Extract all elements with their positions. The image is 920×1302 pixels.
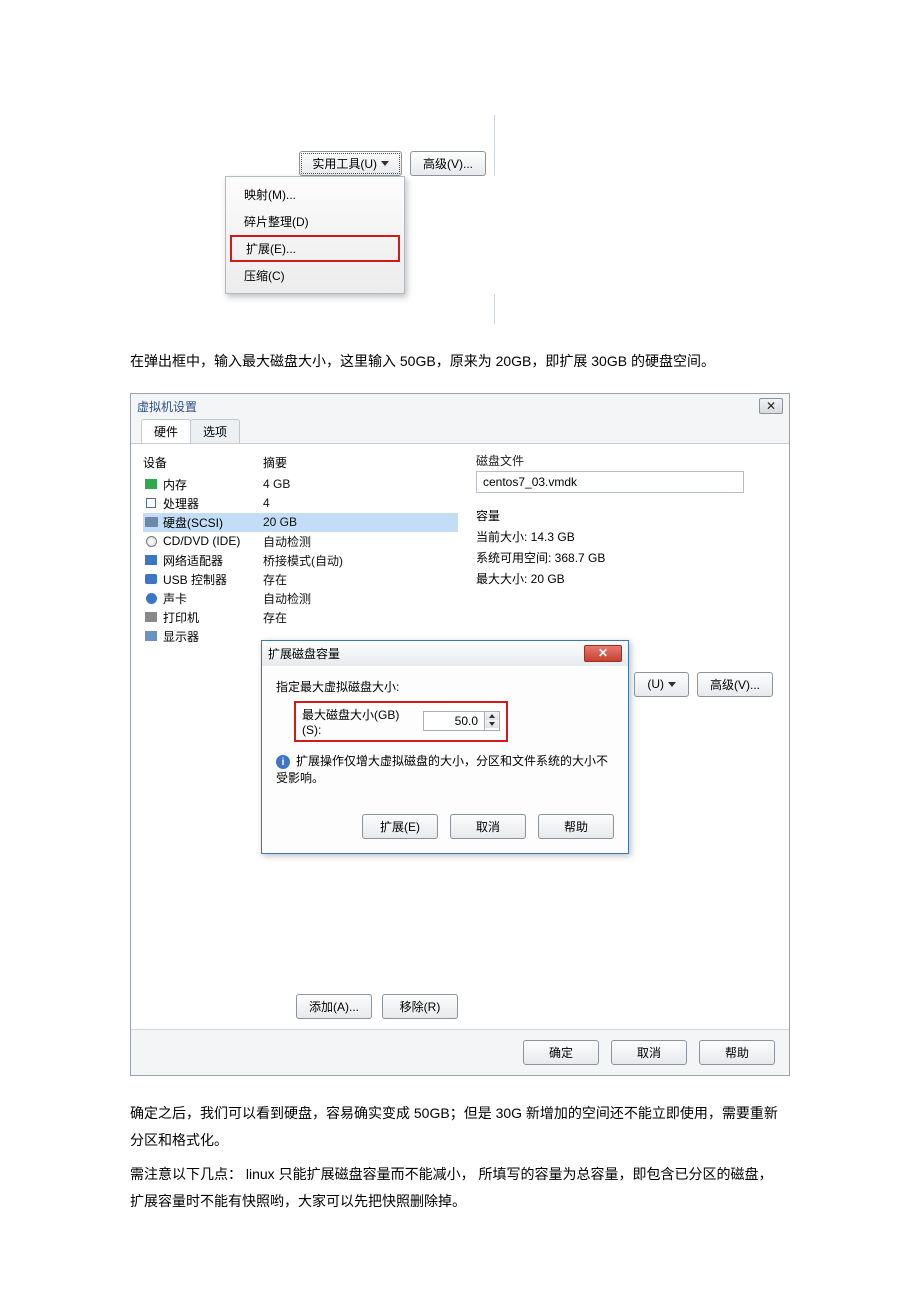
usb-icon (145, 574, 157, 584)
device-row-nic[interactable]: 网络适配器 桥接模式(自动) (143, 551, 458, 570)
dialog-ok-button[interactable]: 确定 (523, 1040, 599, 1065)
dialog-titlebar: 虚拟机设置 ✕ (131, 394, 789, 419)
dialog-close-button[interactable]: ✕ (759, 398, 783, 414)
device-summary: 自动检测 (263, 533, 458, 550)
tab-hardware[interactable]: 硬件 (141, 419, 191, 443)
add-device-button[interactable]: 添加(A)... (296, 994, 372, 1019)
expand-confirm-button[interactable]: 扩展(E) (362, 814, 438, 839)
device-row-memory[interactable]: 内存 4 GB (143, 475, 458, 494)
device-name: 声卡 (163, 590, 263, 607)
info-icon: i (276, 755, 290, 769)
tab-options[interactable]: 选项 (190, 419, 240, 443)
device-name: 硬盘(SCSI) (163, 514, 263, 531)
max-disk-size-value: 50.0 (424, 712, 484, 730)
menu-item-map[interactable]: 映射(M)... (226, 181, 404, 208)
device-name: CD/DVD (IDE) (163, 534, 263, 548)
sound-icon (146, 593, 157, 604)
utilities-button[interactable]: 实用工具(U) (299, 151, 402, 176)
device-list-panel: 设备 摘要 内存 4 GB 处理器 4 硬盘 (143, 452, 458, 1020)
memory-icon (145, 479, 157, 489)
device-name: 内存 (163, 476, 263, 493)
device-row-cd[interactable]: CD/DVD (IDE) 自动检测 (143, 532, 458, 551)
utilities-button-right-label: (U) (647, 677, 664, 691)
device-detail-panel: 磁盘文件 centos7_03.vmdk 容量 当前大小: 14.3 GB 系统… (476, 452, 777, 1020)
system-free-space: 系统可用空间: 368.7 GB (476, 549, 777, 566)
display-icon (145, 631, 157, 641)
disk-file-label: 磁盘文件 (476, 452, 777, 469)
device-summary: 4 (263, 496, 458, 510)
network-icon (145, 555, 157, 565)
utilities-button-right[interactable]: (U) (634, 672, 689, 697)
hdd-icon (145, 517, 158, 527)
device-summary: 桥接模式(自动) (263, 552, 458, 569)
paragraph-1: 在弹出框中，输入最大磁盘大小，这里输入 50GB，原来为 20GB，即扩展 30… (130, 348, 790, 375)
device-summary: 存在 (263, 571, 458, 588)
max-disk-size-label: 最大磁盘大小(GB)(S): (302, 706, 417, 737)
device-name: 打印机 (163, 609, 263, 626)
device-name: USB 控制器 (163, 571, 263, 588)
vm-settings-dialog: 虚拟机设置 ✕ 硬件 选项 设备 摘要 内存 4 GB (130, 393, 790, 1077)
device-row-cpu[interactable]: 处理器 4 (143, 494, 458, 513)
utilities-dropdown-menu: 映射(M)... 碎片整理(D) 扩展(E)... 压缩(C) (225, 176, 405, 294)
paragraph-2: 确定之后，我们可以看到硬盘，容易确实变成 50GB；但是 30G 新增加的空间还… (130, 1100, 790, 1153)
device-summary: 20 GB (263, 515, 458, 529)
menu-item-compress[interactable]: 压缩(C) (226, 262, 404, 289)
chevron-down-icon (668, 682, 676, 687)
paragraph-3: 需注意以下几点： linux 只能扩展磁盘容量而不能减小， 所填写的容量为总容量… (130, 1161, 790, 1214)
utilities-button-label: 实用工具(U) (312, 155, 377, 172)
col-header-summary: 摘要 (263, 454, 458, 471)
device-row-sound[interactable]: 声卡 自动检测 (143, 589, 458, 608)
tabstrip: 硬件 选项 (131, 419, 789, 444)
advanced-button-label: 高级(V)... (423, 155, 473, 172)
cpu-icon (146, 498, 156, 508)
device-row-printer[interactable]: 打印机 存在 (143, 608, 458, 627)
capacity-label: 容量 (476, 507, 777, 524)
device-name: 处理器 (163, 495, 263, 512)
expand-dialog-title: 扩展磁盘容量 (268, 645, 340, 662)
cd-icon (146, 536, 157, 547)
device-row-usb[interactable]: USB 控制器 存在 (143, 570, 458, 589)
device-name: 网络适配器 (163, 552, 263, 569)
disk-file-field[interactable]: centos7_03.vmdk (476, 471, 744, 493)
device-summary: 存在 (263, 609, 458, 626)
current-size: 当前大小: 14.3 GB (476, 528, 777, 545)
printer-icon (145, 612, 157, 622)
dialog-title: 虚拟机设置 (137, 398, 197, 415)
remove-device-button[interactable]: 移除(R) (382, 994, 458, 1019)
advanced-button-right[interactable]: 高级(V)... (697, 672, 773, 697)
device-summary: 4 GB (263, 477, 458, 491)
col-header-device: 设备 (143, 454, 263, 471)
menu-item-expand[interactable]: 扩展(E)... (230, 235, 400, 262)
device-summary: 自动检测 (263, 590, 458, 607)
dialog-cancel-button[interactable]: 取消 (611, 1040, 687, 1065)
max-size: 最大大小: 20 GB (476, 570, 777, 587)
menu-item-defrag[interactable]: 碎片整理(D) (226, 208, 404, 235)
advanced-button[interactable]: 高级(V)... (410, 151, 486, 176)
chevron-down-icon (381, 161, 389, 166)
device-name: 显示器 (163, 628, 263, 645)
utility-dropdown-figure: 实用工具(U) 高级(V)... 映射(M)... 碎片整理(D) 扩展(E).… (215, 115, 495, 324)
device-row-hdd[interactable]: 硬盘(SCSI) 20 GB (143, 513, 458, 532)
dialog-help-button[interactable]: 帮助 (699, 1040, 775, 1065)
